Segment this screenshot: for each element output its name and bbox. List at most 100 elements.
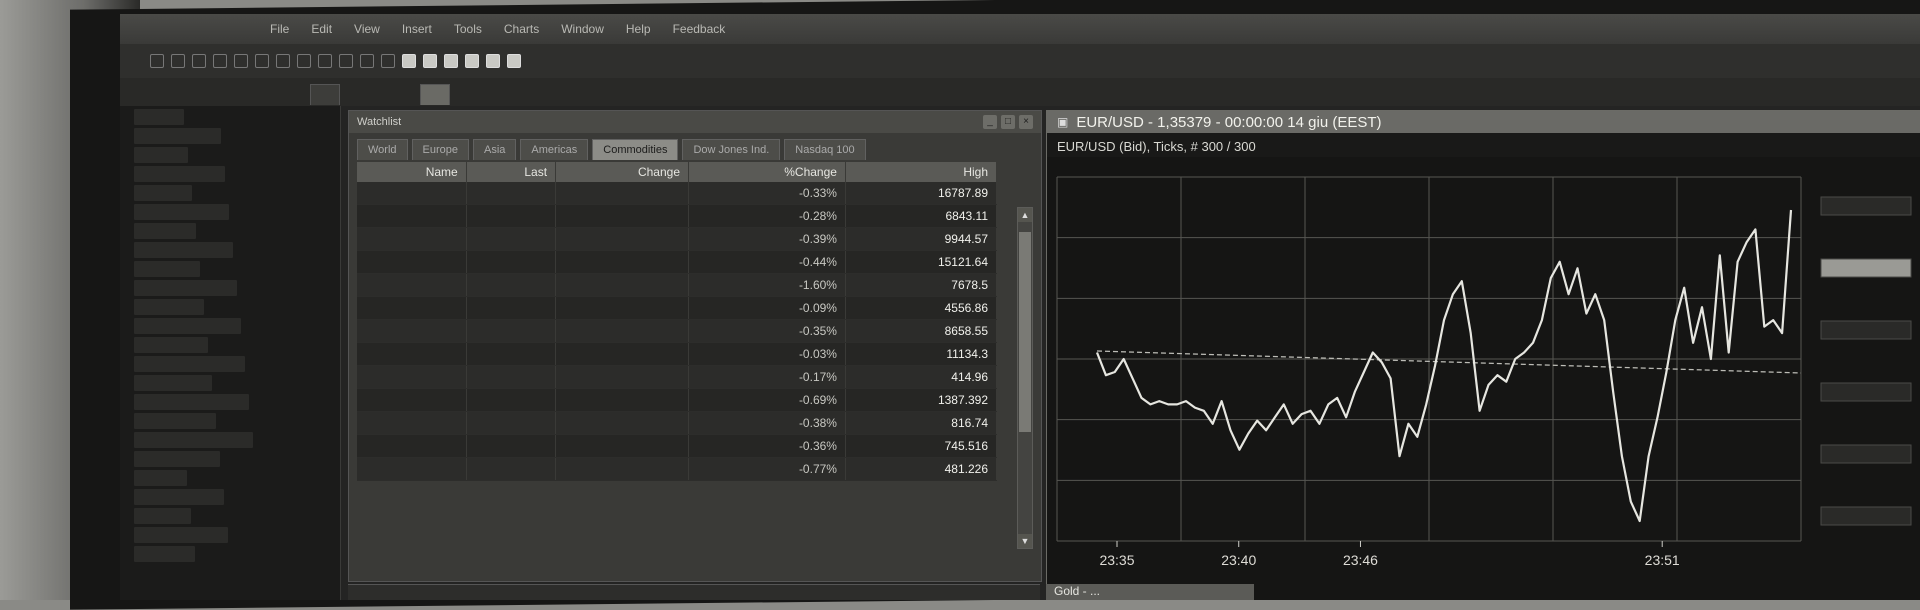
menu-item[interactable]: Window (561, 22, 604, 36)
table-row[interactable]: -0.35% 8658.55 (357, 319, 998, 343)
navigator-item[interactable] (134, 337, 208, 353)
navigator-item[interactable] (134, 470, 187, 486)
watchlist-scrollbar[interactable]: ▲ ▼ (1017, 207, 1033, 549)
table-cell-name (357, 434, 467, 458)
chart-plot[interactable]: 23:35 23:40 23:46 23:51 (1047, 157, 1920, 600)
table-row[interactable]: -0.36% 745.516 (357, 434, 998, 458)
minimize-icon[interactable]: _ (983, 115, 997, 129)
table-row[interactable]: -0.38% 816.74 (357, 411, 998, 435)
line-icon[interactable] (171, 54, 185, 68)
navigator-item[interactable] (134, 223, 196, 239)
navigator-item[interactable] (134, 413, 216, 429)
trend-icon[interactable] (213, 54, 227, 68)
navigator-item[interactable] (134, 527, 228, 543)
chart-line-icon[interactable] (360, 54, 374, 68)
table-cell-change (555, 227, 689, 251)
zoom-in-icon[interactable] (507, 54, 521, 68)
navigator-item[interactable] (134, 147, 188, 163)
navigator-item[interactable] (134, 109, 184, 125)
watchlist-tab[interactable]: Commodities (592, 139, 679, 160)
navigator-item[interactable] (134, 261, 200, 277)
watchlist-tab[interactable]: Europe (411, 139, 470, 160)
navigator-item[interactable] (134, 280, 237, 296)
navigator-item[interactable] (134, 242, 233, 258)
workspace-tab-active[interactable] (420, 84, 450, 105)
watchlist-tab[interactable]: Nasdaq 100 (784, 139, 866, 160)
cursor-icon[interactable] (150, 54, 164, 68)
menu-item[interactable]: View (354, 22, 380, 36)
table-row[interactable]: -0.09% 4556.86 (357, 296, 998, 320)
watchlist-tab[interactable]: Asia (473, 139, 517, 160)
column-header[interactable]: %Change (688, 162, 846, 182)
navigator-item[interactable] (134, 375, 212, 391)
table-cell-last (466, 342, 557, 366)
table-row[interactable]: -0.17% 414.96 (357, 365, 998, 389)
navigator-item[interactable] (134, 318, 241, 334)
navigator-item[interactable] (134, 356, 245, 372)
grid-icon[interactable] (297, 54, 311, 68)
workspace-tab[interactable] (310, 84, 340, 105)
chart-title: EUR/USD - 1,35379 - 00:00:00 14 giu (EES… (1076, 113, 1382, 131)
navigator-item[interactable] (134, 394, 249, 410)
chart-bar-icon[interactable] (318, 54, 332, 68)
trend-icon[interactable] (465, 54, 479, 68)
price-scale-box (1820, 258, 1912, 278)
menu-item[interactable]: Insert (402, 22, 432, 36)
navigator-item[interactable] (134, 128, 221, 144)
navigator-item[interactable] (134, 299, 204, 315)
table-cell-pct: -0.38% (688, 411, 846, 435)
table-row[interactable]: -1.60% 7678.5 (357, 273, 998, 297)
table-row[interactable]: -0.44% 15121.64 (357, 250, 998, 274)
table-row[interactable]: -0.33% 16787.89 (357, 182, 998, 205)
price-scale-box (1820, 382, 1912, 402)
close-icon[interactable]: × (1019, 115, 1033, 129)
hline-icon[interactable] (444, 54, 458, 68)
navigator-item[interactable] (134, 489, 224, 505)
table-cell-change (555, 204, 689, 228)
price-scale-box (1820, 444, 1912, 464)
table-row[interactable]: -0.03% 11134.3 (357, 342, 998, 366)
column-header[interactable]: High (845, 162, 998, 182)
menu-item[interactable]: Tools (454, 22, 482, 36)
navigator-item[interactable] (134, 451, 220, 467)
maximize-icon[interactable]: □ (1001, 115, 1015, 129)
column-header[interactable]: Name (357, 162, 467, 182)
column-header[interactable]: Last (466, 162, 557, 182)
table-row[interactable]: -0.69% 1387.392 (357, 388, 998, 412)
navigator-item[interactable] (134, 546, 195, 562)
window-controls: _ □ × (983, 115, 1033, 129)
chart-candle-icon[interactable] (339, 54, 353, 68)
navigator-item[interactable] (134, 166, 225, 182)
scroll-down-icon[interactable]: ▼ (1018, 534, 1032, 548)
zoom-in-icon[interactable] (255, 54, 269, 68)
menu-item[interactable]: Help (626, 22, 651, 36)
bottom-chart-tab[interactable]: Gold - ... (1046, 584, 1254, 600)
menu-item[interactable]: Charts (504, 22, 539, 36)
watchlist-tab[interactable]: World (357, 139, 408, 160)
watchlist-tab[interactable]: Americas (520, 139, 589, 160)
hline-icon[interactable] (192, 54, 206, 68)
navigator-item[interactable] (134, 204, 229, 220)
zoom-out-icon[interactable] (276, 54, 290, 68)
table-row[interactable]: -0.77% 481.226 (357, 457, 998, 481)
menu-item[interactable]: Edit (311, 22, 332, 36)
watchlist-table: Name Last Change %Change High -0.33% 16787.89… (357, 162, 998, 481)
navigator-item[interactable] (134, 508, 191, 524)
column-header[interactable]: Change (555, 162, 689, 182)
table-row[interactable]: -0.28% 6843.11 (357, 204, 998, 228)
line-icon[interactable] (423, 54, 437, 68)
chart-window: ▣ EUR/USD - 1,35379 - 00:00:00 14 giu (E… (1046, 110, 1920, 600)
navigator-item[interactable] (134, 432, 253, 448)
menu-item[interactable]: File (270, 22, 289, 36)
text-icon[interactable] (234, 54, 248, 68)
text-icon[interactable] (486, 54, 500, 68)
menu-item[interactable]: Feedback (673, 22, 726, 36)
scroll-up-icon[interactable]: ▲ (1018, 208, 1032, 222)
table-row[interactable]: -0.39% 9944.57 (357, 227, 998, 251)
navigator-item[interactable] (134, 185, 192, 201)
watchlist-tab[interactable]: Dow Jones Ind. (682, 139, 781, 160)
scrollbar-thumb[interactable] (1019, 232, 1031, 432)
table-cell-pct: -0.28% (688, 204, 846, 228)
cursor-icon[interactable] (402, 54, 416, 68)
settings-icon[interactable] (381, 54, 395, 68)
